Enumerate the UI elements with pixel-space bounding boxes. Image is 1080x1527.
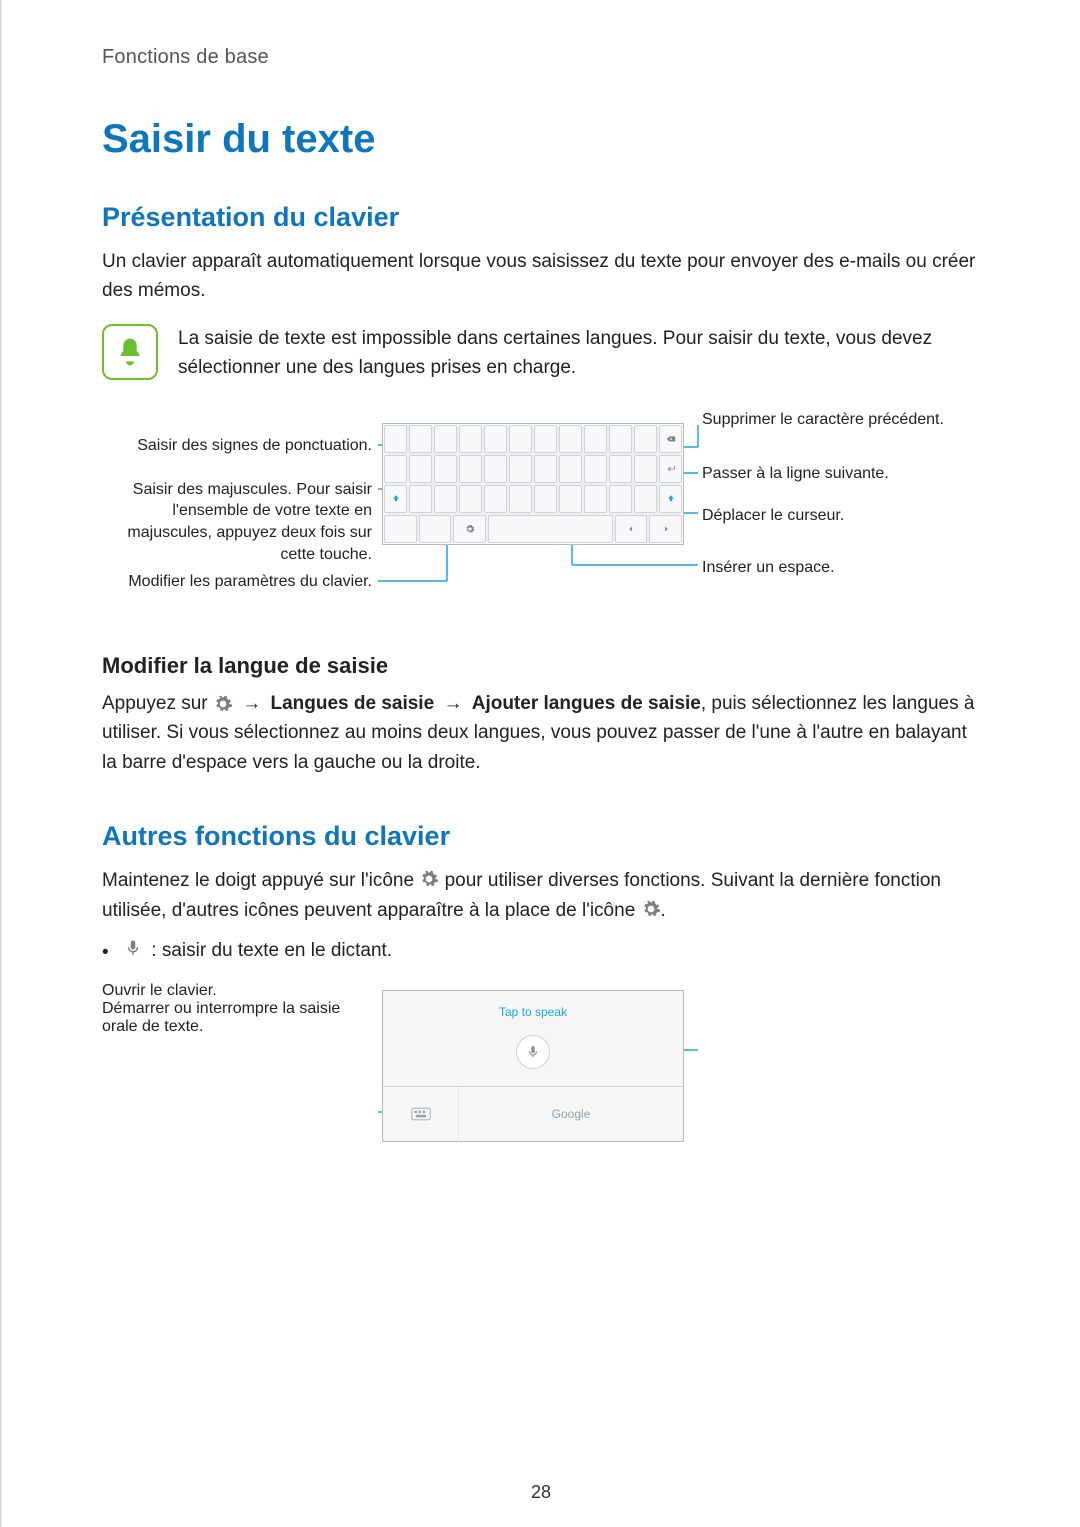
shift-icon xyxy=(659,485,682,513)
gear-icon xyxy=(641,899,661,919)
section2-intro: Maintenez le doigt appuyé sur l'icône po… xyxy=(102,866,980,925)
text-fragment: . xyxy=(661,900,666,921)
backspace-icon xyxy=(659,425,682,453)
page-number: 28 xyxy=(531,1482,551,1503)
spacebar-key xyxy=(488,515,613,543)
cursor-right-icon xyxy=(649,515,682,543)
note-text: La saisie de texte est impossible dans c… xyxy=(178,324,980,383)
menu-path-1: Langues de saisie xyxy=(270,693,434,714)
bell-icon xyxy=(102,324,158,380)
enter-icon xyxy=(659,455,682,483)
arrow-separator: → xyxy=(443,693,462,714)
gear-icon xyxy=(453,515,486,543)
language-paragraph: Appuyez sur → Langues de saisie → Ajoute… xyxy=(102,689,980,777)
voice-input-illustration: Tap to speak Google xyxy=(382,990,684,1142)
microphone-icon xyxy=(124,941,142,962)
gear-icon xyxy=(213,694,233,714)
text-fragment: Maintenez le doigt appuyé sur l'icône xyxy=(102,870,419,891)
section-heading-keyboard: Présentation du clavier xyxy=(102,202,980,233)
keyboard-diagram: Saisir des signes de ponctuation. Saisir… xyxy=(102,409,980,619)
page-title: Saisir du texte xyxy=(102,117,980,162)
bullet-text: : saisir du texte en le dictant. xyxy=(146,940,392,961)
arrow-separator: → xyxy=(242,693,261,714)
subheading-language: Modifier la langue de saisie xyxy=(102,653,980,679)
note-box: La saisie de texte est impossible dans c… xyxy=(102,324,980,383)
document-page: Fonctions de base Saisir du texte Présen… xyxy=(0,0,1080,1527)
bullet-item: • : saisir du texte en le dictant. xyxy=(102,939,980,964)
text-fragment: Appuyez sur xyxy=(102,693,213,714)
breadcrumb: Fonctions de base xyxy=(102,46,980,69)
voice-diagram: Ouvrir le clavier. Démarrer ou interromp… xyxy=(102,982,980,1172)
voice-brand-label: Google xyxy=(459,1087,683,1142)
section1-intro: Un clavier apparaît automatiquement lors… xyxy=(102,247,980,306)
gear-icon xyxy=(419,869,439,889)
cursor-left-icon xyxy=(615,515,648,543)
keyboard-illustration xyxy=(382,423,684,545)
bullet-dot-icon: • xyxy=(102,942,120,964)
microphone-button-icon xyxy=(516,1035,550,1069)
section-heading-other: Autres fonctions du clavier xyxy=(102,821,980,852)
shift-icon xyxy=(384,485,407,513)
keyboard-toggle-icon xyxy=(383,1087,459,1142)
menu-path-2: Ajouter langues de saisie xyxy=(472,693,701,714)
tap-to-speak-label: Tap to speak xyxy=(499,1005,567,1019)
